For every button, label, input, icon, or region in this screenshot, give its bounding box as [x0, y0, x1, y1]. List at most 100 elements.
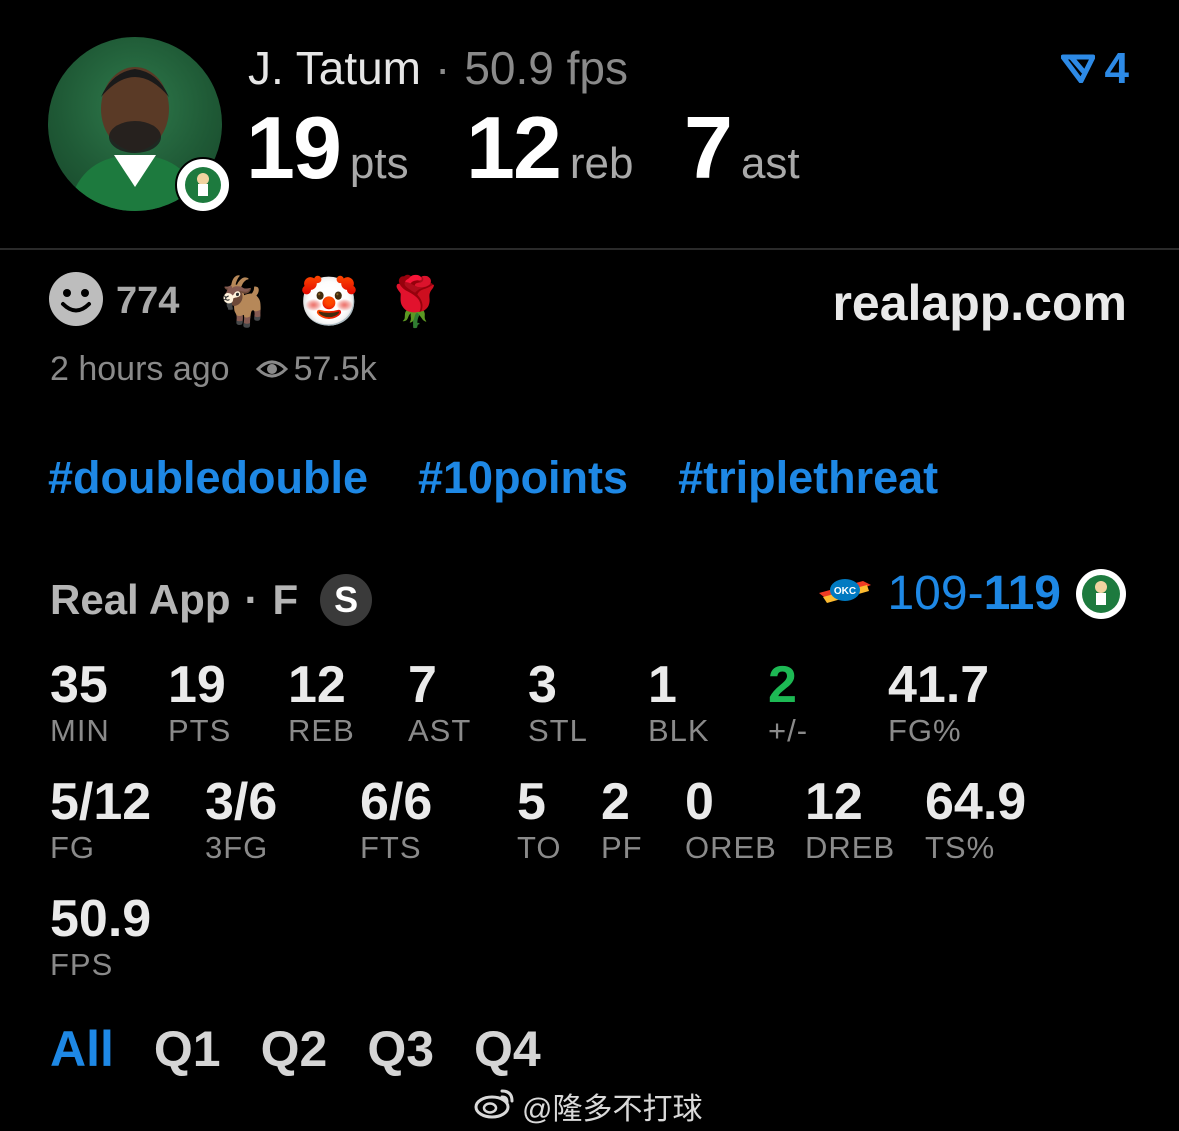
reaction-count: 774: [116, 279, 180, 322]
player-fps: 50.9 fps: [464, 42, 629, 94]
stat-value: 5/12: [50, 773, 152, 831]
stat-value: 12: [805, 773, 863, 831]
name-separator: ·: [435, 42, 451, 94]
stat-label: REB: [288, 713, 355, 748]
rose-reaction-icon[interactable]: 🌹: [385, 273, 445, 330]
stat-fps: 50.9 FPS: [50, 891, 151, 983]
stat-fts: 6/6 FTS: [360, 774, 432, 866]
big-stat-value: 19: [246, 98, 342, 197]
clown-reaction-icon[interactable]: 🤡: [299, 273, 359, 330]
stat-value: 19: [168, 656, 226, 714]
celtics-logo-icon: [1075, 568, 1127, 620]
tab-q2[interactable]: Q2: [261, 1020, 328, 1078]
away-score: 109: [887, 567, 968, 620]
big-stat-unit: pts: [349, 139, 409, 188]
stat-3fg: 3/6 3FG: [205, 774, 277, 866]
stat-ts-pct: 64.9 TS%: [925, 774, 1026, 866]
stat-label: MIN: [50, 713, 110, 748]
watermark: @隆多不打球: [474, 1084, 702, 1128]
big-stat-value: 7: [684, 98, 733, 197]
source-name: Real App: [50, 576, 231, 623]
starter-badge: S: [320, 574, 373, 626]
stat-label: PTS: [168, 713, 232, 748]
stat-value: 35: [50, 656, 108, 714]
thunder-logo-icon: OKC: [817, 571, 873, 616]
stat-label: PF: [601, 830, 643, 865]
celtics-logo-icon: [175, 157, 231, 213]
version-button[interactable]: 4: [1060, 44, 1129, 94]
stat-reb: 12 REB: [288, 657, 355, 749]
game-source: Real App · F S: [50, 574, 373, 626]
stat-to: 5 TO: [517, 774, 562, 866]
stat-value: 1: [648, 656, 677, 714]
post-meta: 2 hours ago 57.5k: [50, 350, 377, 389]
stat-value: 0: [685, 773, 714, 831]
tab-q4[interactable]: Q4: [474, 1020, 541, 1078]
smiley-reaction-icon[interactable]: [48, 271, 104, 332]
site-link[interactable]: realapp.com: [832, 274, 1127, 332]
quarter-tabs: All Q1 Q2 Q3 Q4: [50, 1020, 541, 1078]
stat-oreb: 0 OREB: [685, 774, 777, 866]
stat-label: FTS: [360, 830, 422, 865]
big-stat-unit: reb: [569, 139, 634, 188]
stat-label: DREB: [805, 830, 896, 865]
header-divider: [0, 248, 1179, 250]
view-count: 57.5k: [293, 350, 377, 388]
stat-value: 5: [517, 773, 546, 831]
stat-label: STL: [528, 713, 588, 748]
stat-value: 2: [768, 656, 797, 714]
stat-label: +/-: [768, 713, 809, 748]
big-stat-value: 12: [466, 98, 562, 197]
versions-icon: [1060, 44, 1096, 94]
stat-value: 64.9: [925, 773, 1027, 831]
thunder-logo-text: OKC: [834, 586, 856, 597]
eye-icon: [255, 350, 288, 389]
stat-label: FG%: [888, 713, 962, 748]
stat-value: 2: [601, 773, 630, 831]
player-name: J. Tatum: [248, 42, 421, 94]
player-name-line: J. Tatum · 50.9 fps: [248, 40, 628, 96]
score-dash: -: [967, 567, 984, 620]
post-time: 2 hours ago: [50, 350, 230, 388]
stat-value: 50.9: [50, 890, 152, 948]
stat-value: 7: [408, 656, 437, 714]
watermark-text: @隆多不打球: [522, 1093, 703, 1126]
stat-label: TO: [517, 830, 562, 865]
version-count: 4: [1104, 44, 1129, 93]
stat-pf: 2 PF: [601, 774, 643, 866]
stat-label: BLK: [648, 713, 710, 748]
stat-label: OREB: [685, 830, 777, 865]
source-separator: ·: [244, 576, 259, 623]
tab-q3[interactable]: Q3: [367, 1020, 434, 1078]
big-stat-ast: 7 ast: [684, 103, 800, 193]
stat-min: 35 MIN: [50, 657, 110, 749]
stat-value: 12: [288, 656, 346, 714]
stat-pts: 19 PTS: [168, 657, 231, 749]
stat-label: AST: [408, 713, 472, 748]
hashtag-link[interactable]: #triplethreat: [678, 452, 938, 504]
stat-fg-pct: 41.7 FG%: [888, 657, 989, 749]
hashtag-list: #doubledouble #10points #triplethreat: [48, 452, 938, 504]
big-stat-pts: 19 pts: [246, 103, 409, 193]
game-score[interactable]: OKC 109-119: [817, 566, 1127, 621]
stat-plus-minus: 2 +/-: [768, 657, 808, 749]
goat-reaction-icon[interactable]: 🐐: [213, 273, 273, 330]
stat-label: FPS: [50, 947, 114, 982]
reactions-row: 774 🐐 🤡 🌹: [48, 271, 471, 332]
weibo-logo-icon: [474, 1085, 516, 1127]
stat-fg: 5/12 FG: [50, 774, 151, 866]
big-stat-reb: 12 reb: [466, 103, 633, 193]
stat-value: 3: [528, 656, 557, 714]
hashtag-link[interactable]: #10points: [418, 452, 628, 504]
stat-value: 41.7: [888, 656, 990, 714]
stat-value: 6/6: [360, 773, 433, 831]
stat-label: TS%: [925, 830, 996, 865]
stat-label: 3FG: [205, 830, 269, 865]
stat-blk: 1 BLK: [648, 657, 710, 749]
tab-q1[interactable]: Q1: [154, 1020, 221, 1078]
tab-all[interactable]: All: [50, 1020, 114, 1078]
hashtag-link[interactable]: #doubledouble: [48, 452, 368, 504]
stat-dreb: 12 DREB: [805, 774, 895, 866]
big-stat-unit: ast: [740, 139, 800, 188]
stat-label: FG: [50, 830, 96, 865]
